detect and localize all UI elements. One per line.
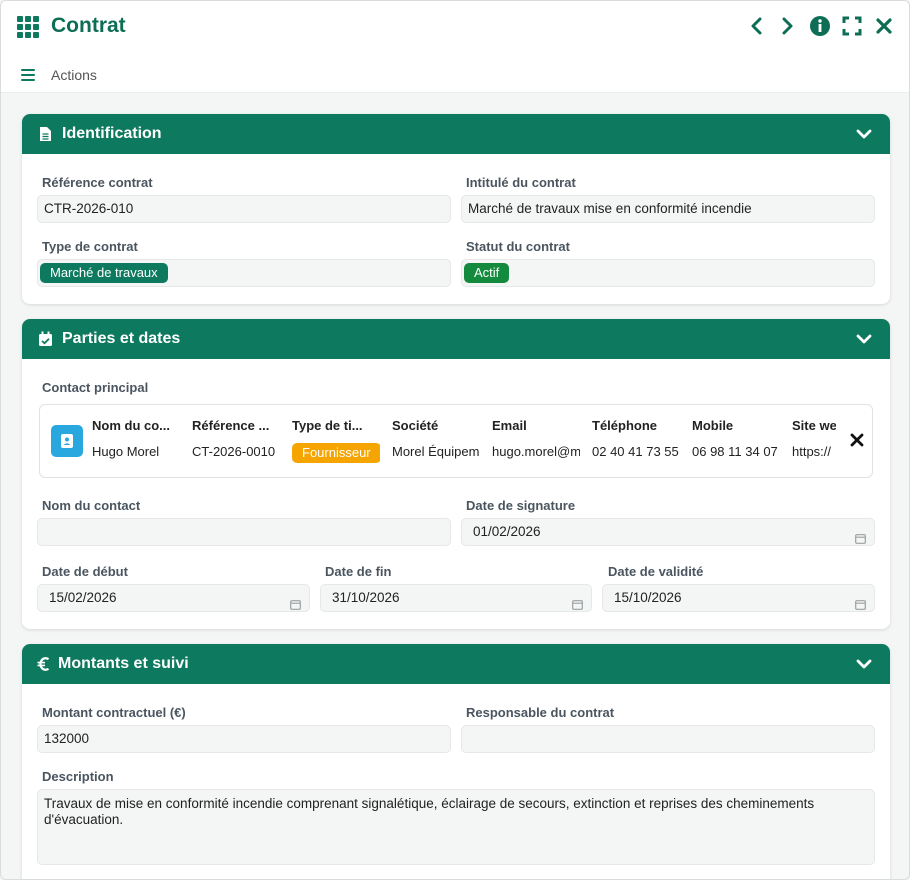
contact-col-societe: Société Morel Équipements xyxy=(392,418,480,459)
contact-principal-label: Contact principal xyxy=(42,380,149,395)
intitule-label: Intitulé du contrat xyxy=(466,175,576,190)
date-debut-label: Date de début xyxy=(42,564,128,579)
intitule-field[interactable]: Marché de travaux mise en conformité inc… xyxy=(461,195,875,223)
calendar-icon[interactable] xyxy=(855,593,866,610)
reference-label: Référence contrat xyxy=(42,175,153,190)
contact-col-nom: Nom du co... Hugo Morel xyxy=(92,418,180,459)
document-icon xyxy=(36,125,54,143)
date-fin-value: 31/10/2026 xyxy=(332,590,400,605)
contact-header: Site we xyxy=(792,418,836,433)
calendar-icon[interactable] xyxy=(855,527,866,544)
type-badge: Marché de travaux xyxy=(40,263,168,283)
calendar-check-icon xyxy=(36,330,54,348)
montants-header[interactable]: Montants et suivi xyxy=(22,644,890,684)
contact-header: Société xyxy=(392,418,439,433)
type-field[interactable]: Marché de travaux xyxy=(37,259,451,287)
chevron-right-icon[interactable] xyxy=(777,15,799,37)
nom-contact-label: Nom du contact xyxy=(42,498,141,513)
montant-field[interactable]: 132000 xyxy=(37,725,451,753)
info-icon[interactable] xyxy=(809,15,831,37)
window-controls xyxy=(745,15,895,37)
chevron-down-icon[interactable] xyxy=(856,656,872,672)
statut-badge: Actif xyxy=(464,263,510,283)
responsable-field[interactable] xyxy=(461,725,875,753)
close-icon[interactable] xyxy=(873,15,895,37)
description-field[interactable]: Travaux de mise en conformité incendie c… xyxy=(37,789,875,865)
contact-value: CT-2026-0010 xyxy=(192,444,276,459)
type-label: Type de contrat xyxy=(42,239,138,254)
reference-field[interactable]: CTR-2026-010 xyxy=(37,195,451,223)
identification-section: Identification Référence contrat CTR-202… xyxy=(22,114,890,304)
section-title: Parties et dates xyxy=(62,330,181,347)
contact-col-mobile: Mobile 06 98 11 34 07 xyxy=(692,418,780,459)
montant-label: Montant contractuel (€) xyxy=(42,705,186,720)
montants-section: Montants et suivi Montant contractuel (€… xyxy=(22,644,890,879)
date-validite-label: Date de validité xyxy=(608,564,704,579)
date-debut-field[interactable]: 15/02/2026 xyxy=(37,584,310,612)
contact-col-reference: Référence ... CT-2026-0010 xyxy=(192,418,280,459)
parties-section: Parties et dates Contact principal Nom d… xyxy=(22,319,890,629)
contact-header: Nom du co... xyxy=(92,418,170,433)
calendar-icon[interactable] xyxy=(290,593,301,610)
statut-label: Statut du contrat xyxy=(466,239,570,254)
nom-contact-field[interactable] xyxy=(37,518,451,546)
responsable-label: Responsable du contrat xyxy=(466,705,615,720)
section-title: Montants et suivi xyxy=(58,655,189,672)
contact-value: Hugo Morel xyxy=(92,444,160,459)
contact-header: Mobile xyxy=(692,418,734,433)
statut-field[interactable]: Actif xyxy=(461,259,875,287)
contact-value: hugo.morel@m xyxy=(492,444,580,459)
hamburger-icon[interactable] xyxy=(21,69,35,82)
contact-header: Référence ... xyxy=(192,418,270,433)
contact-value: 06 98 11 34 07 xyxy=(692,444,778,459)
date-validite-value: 15/10/2026 xyxy=(614,590,682,605)
chevron-left-icon[interactable] xyxy=(745,15,767,37)
date-signature-label: Date de signature xyxy=(466,498,576,513)
contact-card[interactable]: Nom du co... Hugo Morel Référence ... CT… xyxy=(39,404,873,478)
contact-col-site: Site we https:// xyxy=(792,418,836,459)
fullscreen-icon[interactable] xyxy=(841,15,863,37)
grid-icon[interactable] xyxy=(17,16,41,38)
contact-col-email: Email hugo.morel@m xyxy=(492,418,580,459)
date-fin-label: Date de fin xyxy=(325,564,392,579)
close-icon[interactable] xyxy=(850,433,864,447)
date-signature-field[interactable]: 01/02/2026 xyxy=(461,518,875,546)
window-title: Contrat xyxy=(51,14,126,37)
parties-header[interactable]: Parties et dates xyxy=(22,319,890,359)
actions-bar: Actions xyxy=(1,53,909,93)
contact-value: 02 40 41 73 55 xyxy=(592,444,679,459)
date-debut-value: 15/02/2026 xyxy=(49,590,117,605)
date-fin-field[interactable]: 31/10/2026 xyxy=(320,584,592,612)
chevron-down-icon[interactable] xyxy=(856,331,872,347)
description-label: Description xyxy=(42,769,114,784)
fournisseur-badge: Fournisseur xyxy=(292,443,380,463)
contact-col-telephone: Téléphone 02 40 41 73 55 xyxy=(592,418,680,459)
contact-col-type: Type de ti... Fournisseur xyxy=(292,418,380,463)
actions-menu[interactable]: Actions xyxy=(51,67,97,83)
date-signature-value: 01/02/2026 xyxy=(473,524,541,539)
chevron-down-icon[interactable] xyxy=(856,126,872,142)
contact-value: Morel Équipements xyxy=(392,444,480,459)
contact-type-cell: Fournisseur xyxy=(292,440,380,463)
contract-window: Contrat Actions Identification Référence… xyxy=(0,0,910,880)
title-bar: Contrat xyxy=(1,1,909,53)
calendar-icon[interactable] xyxy=(572,593,583,610)
contact-header: Type de ti... xyxy=(292,418,363,433)
contact-header: Téléphone xyxy=(592,418,658,433)
contact-value: https:// xyxy=(792,444,832,459)
section-title: Identification xyxy=(62,125,162,142)
date-validite-field[interactable]: 15/10/2026 xyxy=(602,584,875,612)
contact-card-icon xyxy=(51,425,83,457)
contact-header: Email xyxy=(492,418,527,433)
identification-header[interactable]: Identification xyxy=(22,114,890,154)
euro-icon xyxy=(36,655,50,673)
